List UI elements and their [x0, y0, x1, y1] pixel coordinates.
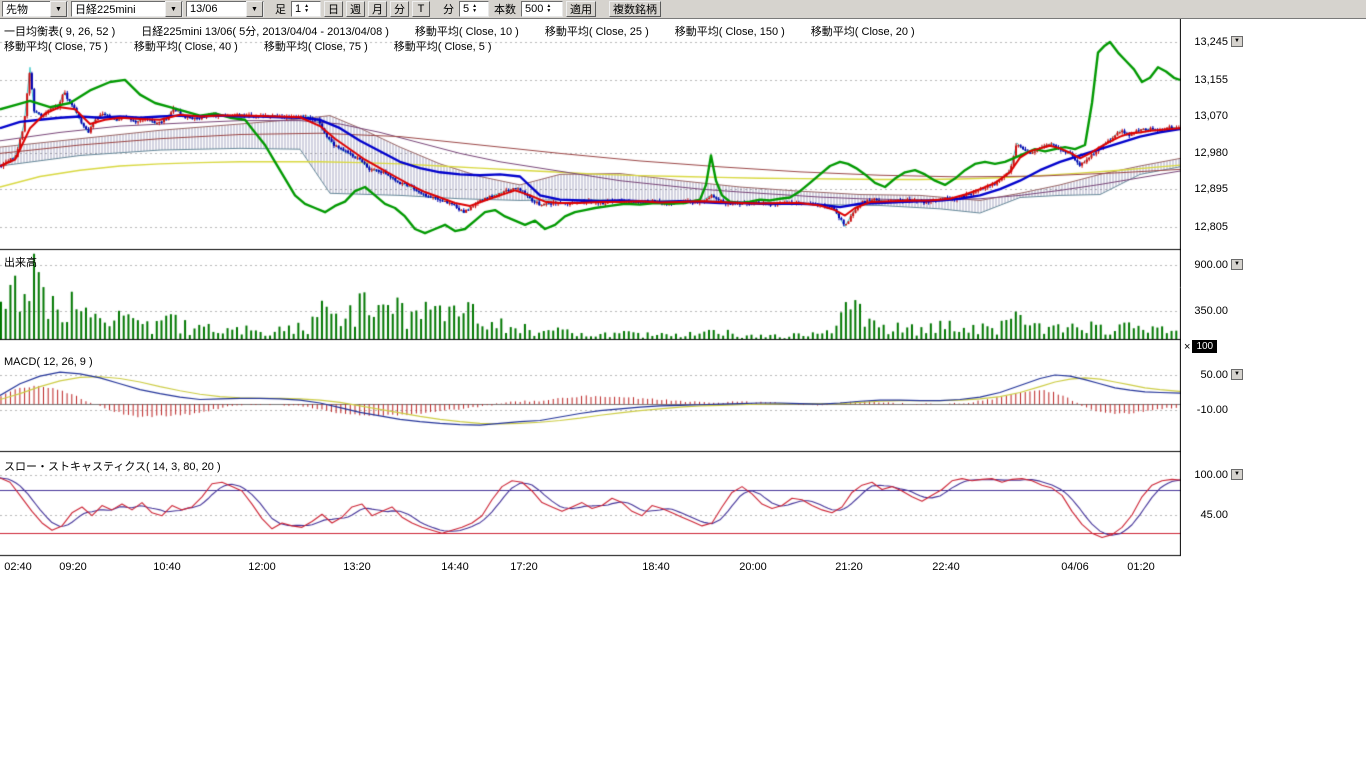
legend-item: 移動平均( Close, 10 ) [415, 23, 519, 39]
x-axis-time-label: 14:40 [441, 561, 469, 573]
legend-row-2: 移動平均( Close, 75 ) 移動平均( Close, 40 ) 移動平均( … [4, 38, 492, 54]
legend-item: 日経225mini 13/06( 5分, 2013/04/04 - 2013/0… [141, 23, 389, 39]
y-axis-tick-label: -10.00 [1184, 404, 1228, 416]
period-tick-button[interactable]: T [412, 1, 430, 17]
period-day-button[interactable]: 日 [324, 1, 343, 17]
bars-count-spinner[interactable]: 500 ▲▼ [521, 1, 563, 17]
x-axis-time-label: 01:20 [1127, 561, 1155, 573]
spinner-arrows-icon[interactable]: ▲▼ [304, 4, 309, 14]
y-axis-tick-label: 50.00 [1184, 369, 1228, 381]
spinner-arrows-icon[interactable]: ▲▼ [546, 4, 551, 14]
x-axis-time-label: 17:20 [510, 561, 538, 573]
y-axis-tick-label: 12,805 [1184, 221, 1228, 233]
y-axis-tick-label: 13,245 [1184, 36, 1228, 48]
bars-count-value: 500 [525, 3, 543, 15]
legend-row-1: 一目均衡表( 9, 26, 52 ) 日経225mini 13/06( 5分, 2… [4, 23, 915, 39]
y-axis-tick-label: 13,155 [1184, 74, 1228, 86]
x-axis-time-label: 12:00 [248, 561, 276, 573]
apply-button[interactable]: 適用 [566, 1, 596, 17]
minute-spinner[interactable]: 5 ▲▼ [459, 1, 489, 17]
legend-item: 移動平均( Close, 20 ) [811, 23, 915, 39]
y-axis-tick-label: 12,980 [1184, 147, 1228, 159]
chevron-down-icon[interactable]: ▼ [165, 1, 182, 17]
stoch-pane-label: スロー・ストキャスティクス( 14, 3, 80, 20 ) [4, 458, 221, 474]
pane-scale-dropdown-button[interactable]: ▼ [1231, 469, 1243, 480]
x-axis-time-label: 13:20 [343, 561, 371, 573]
pane-scale-dropdown-button[interactable]: ▼ [1231, 369, 1243, 380]
contract-month-select[interactable]: 13/06 ▼ [186, 1, 264, 17]
pane-scale-dropdown-button[interactable]: ▼ [1231, 36, 1243, 47]
y-axis-tick-label: 900.00 [1184, 259, 1228, 271]
legend-item: 一目均衡表( 9, 26, 52 ) [4, 23, 115, 39]
spinner-arrows-icon[interactable]: ▲▼ [472, 4, 477, 14]
period-minute-button[interactable]: 分 [390, 1, 409, 17]
volume-multiplier-badge: × 100 [1184, 340, 1217, 353]
chart-application: 先物 ▼ 日経225mini ▼ 13/06 ▼ 足 1 ▲▼ 日 週 月 分 … [0, 0, 1366, 768]
legend-item: 移動平均( Close, 5 ) [394, 38, 492, 54]
bar-interval-spinner[interactable]: 1 ▲▼ [291, 1, 321, 17]
y-axis-tick-label: 350.00 [1184, 305, 1228, 317]
minute-label: 分 [443, 1, 454, 17]
legend-item: 移動平均( Close, 75 ) [4, 38, 108, 54]
x-axis-time-label: 20:00 [739, 561, 767, 573]
x-axis-time-label: 18:40 [642, 561, 670, 573]
bar-interval-value: 1 [295, 3, 301, 15]
bar-label: 足 [275, 1, 286, 17]
period-week-button[interactable]: 週 [346, 1, 365, 17]
macd-pane-label: MACD( 12, 26, 9 ) [4, 356, 93, 368]
x-axis-time-label: 04/06 [1061, 561, 1089, 573]
legend-item: 移動平均( Close, 75 ) [264, 38, 368, 54]
instrument-type-select[interactable]: 先物 ▼ [2, 1, 68, 17]
period-month-button[interactable]: 月 [368, 1, 387, 17]
legend-item: 移動平均( Close, 40 ) [134, 38, 238, 54]
y-axis-tick-label: 100.00 [1184, 469, 1228, 481]
volume-multiplier-value: 100 [1192, 340, 1217, 353]
y-axis-tick-label: 13,070 [1184, 110, 1228, 122]
x-axis-time-label: 22:40 [932, 561, 960, 573]
x-axis-time-label: 21:20 [835, 561, 863, 573]
contract-month-value: 13/06 [190, 3, 218, 15]
minute-value: 5 [463, 3, 469, 15]
legend-item: 移動平均( Close, 25 ) [545, 23, 649, 39]
x-axis-time-label: 02:40 [4, 561, 32, 573]
x-axis-time-label: 09:20 [59, 561, 87, 573]
toolbar: 先物 ▼ 日経225mini ▼ 13/06 ▼ 足 1 ▲▼ 日 週 月 分 … [0, 0, 1366, 19]
chevron-down-icon[interactable]: ▼ [246, 1, 263, 17]
x-axis-time-label: 10:40 [153, 561, 181, 573]
multiply-icon: × [1184, 341, 1190, 353]
legend-item: 移動平均( Close, 150 ) [675, 23, 785, 39]
bars-count-label: 本数 [494, 1, 516, 17]
symbol-select[interactable]: 日経225mini ▼ [71, 1, 183, 17]
multi-symbol-button[interactable]: 複数銘柄 [609, 1, 661, 17]
volume-pane-label: 出来高 [4, 254, 37, 270]
y-axis-tick-label: 12,895 [1184, 183, 1228, 195]
chevron-down-icon[interactable]: ▼ [50, 1, 67, 17]
y-axis-tick-label: 45.00 [1184, 509, 1228, 521]
pane-scale-dropdown-button[interactable]: ▼ [1231, 259, 1243, 270]
instrument-type-value: 先物 [6, 1, 28, 17]
symbol-value: 日経225mini [75, 1, 136, 17]
chart-canvas[interactable] [0, 19, 1181, 557]
